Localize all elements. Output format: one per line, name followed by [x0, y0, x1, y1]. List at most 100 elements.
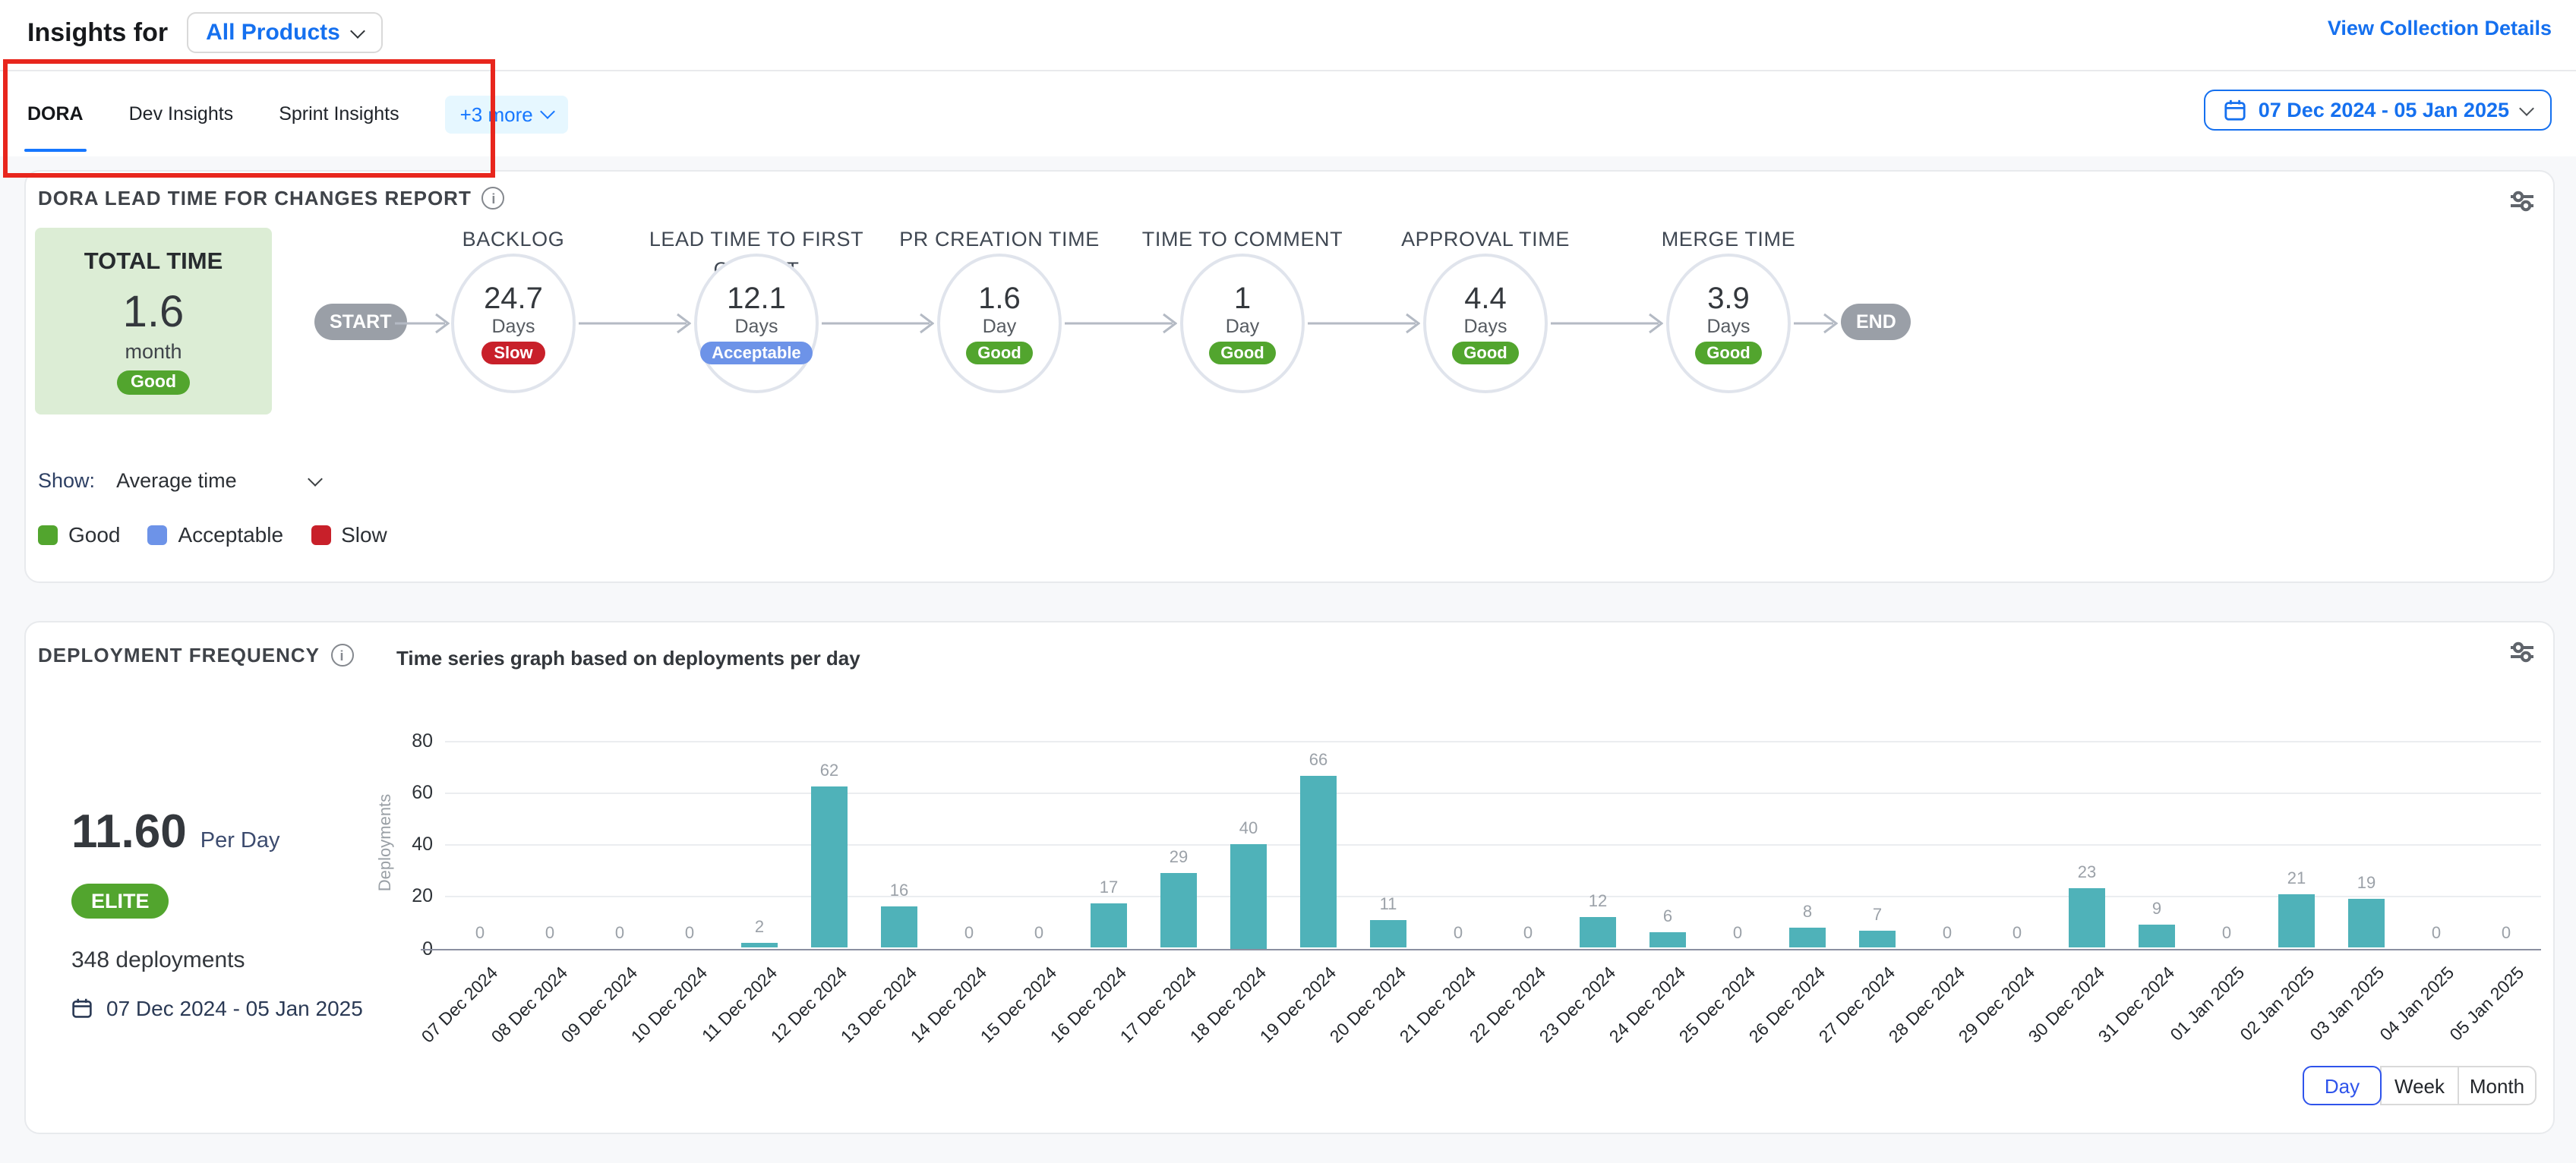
- bar[interactable]: [1230, 844, 1267, 948]
- bar-value-label: 9: [2126, 900, 2187, 919]
- gridline: [445, 844, 2541, 846]
- bar[interactable]: [1580, 917, 1616, 948]
- bar[interactable]: [881, 906, 917, 948]
- flow-arrow: [395, 313, 450, 334]
- bar-value-label: 66: [1288, 752, 1349, 771]
- tab-dora[interactable]: DORA: [27, 71, 84, 156]
- stage-backlog: 24.7DaysSlow: [451, 254, 576, 393]
- stage-approval-time: 4.4DaysGood: [1423, 254, 1548, 393]
- flow-arrow: [1308, 313, 1420, 334]
- bar[interactable]: [2278, 894, 2315, 948]
- bar[interactable]: [811, 787, 848, 948]
- stage-unit: Days: [1707, 316, 1750, 337]
- tabs-more-dropdown[interactable]: +3 more: [445, 95, 568, 133]
- gridline: [445, 897, 2541, 898]
- flow-end-pill: END: [1841, 304, 1911, 340]
- bar-value-label: 0: [2406, 924, 2467, 942]
- bar-value-label: 62: [799, 763, 860, 781]
- bar[interactable]: [1649, 932, 1686, 948]
- bar-value-label: 17: [1078, 880, 1139, 898]
- bar[interactable]: [2139, 925, 2175, 948]
- granularity-month[interactable]: Month: [2458, 1066, 2537, 1105]
- stage-value: 1.6: [978, 282, 1021, 316]
- stage-pr-creation-time: 1.6DayGood: [937, 254, 1062, 393]
- stage-status-badge: Good: [1208, 342, 1276, 364]
- bar[interactable]: [2348, 899, 2385, 948]
- tab-dev-insights[interactable]: Dev Insights: [129, 71, 234, 156]
- granularity-week[interactable]: Week: [2380, 1066, 2459, 1105]
- tab-sprint-insights[interactable]: Sprint Insights: [279, 71, 399, 156]
- stage-time-to-comment: 1DayGood: [1180, 254, 1305, 393]
- legend-swatch: [311, 525, 330, 544]
- stage-title-merge-time: MERGE TIME: [1607, 225, 1850, 254]
- bar-value-label: 7: [1847, 906, 1908, 924]
- dashboard: Insights for All Products View Collectio…: [0, 0, 2576, 1163]
- lead-time-flow: START END BACKLOG24.7DaysSlowLEAD TIME T…: [26, 172, 2553, 475]
- deployments-bar-chart: 020406080Deployments007 Dec 2024008 Dec …: [26, 622, 2553, 1133]
- bar[interactable]: [1300, 777, 1337, 948]
- bar-value-label: 0: [519, 924, 580, 942]
- status-legend: Good Acceptable Slow: [38, 522, 387, 547]
- bar[interactable]: [1370, 919, 1406, 948]
- stage-status-badge: Acceptable: [699, 342, 813, 364]
- legend-label: Good: [68, 522, 121, 547]
- stage-unit: Day: [1226, 316, 1259, 337]
- bar-value-label: 11: [1358, 895, 1419, 913]
- flow-start-pill: START: [314, 304, 407, 340]
- tab-list: DORA Dev Insights Sprint Insights +3 more: [27, 71, 568, 156]
- show-row: Show: Average time: [38, 469, 320, 492]
- flow-arrow: [1794, 313, 1838, 334]
- stage-unit: Days: [1464, 316, 1507, 337]
- stage-title-time-to-comment: TIME TO COMMENT: [1121, 225, 1364, 254]
- bar-value-label: 0: [659, 924, 720, 942]
- legend-item-slow: Slow: [311, 522, 387, 547]
- bar[interactable]: [1789, 928, 1826, 948]
- stage-value: 12.1: [727, 282, 786, 316]
- bar-value-label: 0: [1498, 924, 1558, 942]
- bar-value-label: 8: [1777, 903, 1838, 922]
- stage-title-pr-creation-time: PR CREATION TIME: [878, 225, 1121, 254]
- date-range-picker[interactable]: 07 Dec 2024 - 05 Jan 2025: [2204, 90, 2552, 131]
- chevron-down-icon: [540, 104, 555, 119]
- stage-unit: Days: [735, 316, 778, 337]
- show-metric-select[interactable]: Average time: [116, 469, 237, 492]
- legend-item-acceptable: Acceptable: [148, 522, 284, 547]
- bar-value-label: 12: [1567, 893, 1628, 911]
- legend-label: Slow: [341, 522, 387, 547]
- flow-arrow: [1065, 313, 1177, 334]
- insights-tabbar: DORA Dev Insights Sprint Insights +3 more 0…: [0, 70, 2576, 158]
- content-area: DORA LEAD TIME FOR CHANGES REPORT i TOTA…: [0, 156, 2576, 1163]
- chevron-down-icon[interactable]: [308, 471, 323, 486]
- bar-value-label: 0: [1987, 924, 2047, 942]
- product-selector-dropdown[interactable]: All Products: [186, 12, 383, 53]
- bar-value-label: 0: [1917, 924, 1978, 942]
- legend-label: Acceptable: [178, 522, 284, 547]
- bar[interactable]: [1859, 930, 1896, 948]
- bar[interactable]: [741, 943, 778, 948]
- y-axis-label: Deployments: [376, 774, 394, 911]
- stage-unit: Days: [492, 316, 535, 337]
- bar[interactable]: [1160, 873, 1197, 948]
- stage-value: 4.4: [1464, 282, 1507, 316]
- view-collection-details-link[interactable]: View Collection Details: [2328, 17, 2552, 39]
- deployment-frequency-card: DEPLOYMENT FREQUENCY i Time series graph…: [24, 621, 2555, 1134]
- bar-value-label: 23: [2057, 864, 2117, 882]
- bar-value-label: 40: [1218, 820, 1279, 838]
- stage-status-badge: Good: [965, 342, 1033, 364]
- bar-value-label: 19: [2336, 875, 2397, 893]
- bar[interactable]: [1091, 904, 1127, 948]
- bar-value-label: 0: [1428, 924, 1488, 942]
- date-range-value: 07 Dec 2024 - 05 Jan 2025: [2259, 99, 2509, 121]
- chevron-down-icon: [2519, 100, 2534, 115]
- flow-arrow: [1551, 313, 1663, 334]
- bar-value-label: 2: [729, 919, 790, 937]
- granularity-day[interactable]: Day: [2303, 1066, 2382, 1105]
- legend-item-good: Good: [38, 522, 121, 547]
- bar-value-label: 0: [450, 924, 510, 942]
- bar[interactable]: [2069, 888, 2105, 948]
- bar-value-label: 16: [869, 882, 930, 900]
- bar-value-label: 0: [939, 924, 999, 942]
- legend-swatch: [148, 525, 168, 544]
- stage-value: 24.7: [484, 282, 543, 316]
- bar-value-label: 0: [1009, 924, 1069, 942]
